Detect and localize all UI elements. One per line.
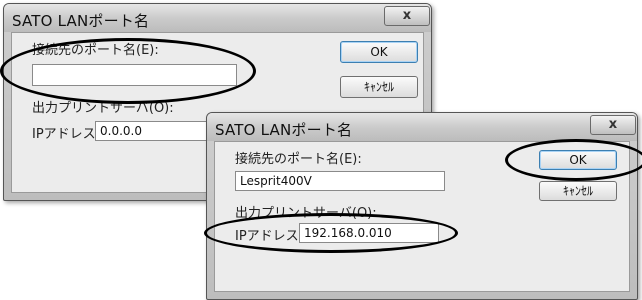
print-server-label: 出力プリントサーバ(O): — [235, 206, 377, 221]
dialog-title: SATO LANポート名 — [215, 121, 353, 139]
title-bar[interactable]: SATO LANポート名 x — [207, 113, 637, 141]
close-icon: x — [608, 117, 618, 132]
port-name-label: 接続先のポート名(E): — [32, 43, 159, 58]
close-icon: x — [402, 8, 412, 23]
port-name-input[interactable] — [32, 64, 237, 86]
dialog-body: 接続先のポート名(E): Lesprit400V OK ｷｬﾝｾﾙ 出力プリント… — [214, 141, 630, 292]
ok-button[interactable]: OK — [340, 41, 418, 63]
port-name-label: 接続先のポート名(E): — [235, 152, 362, 167]
close-button[interactable]: x — [590, 115, 636, 135]
title-bar[interactable]: SATO LANポート名 x — [4, 4, 431, 32]
cancel-button[interactable]: ｷｬﾝｾﾙ — [539, 181, 617, 201]
ip-address-input[interactable]: 0.0.0.0 — [95, 121, 215, 141]
close-button[interactable]: x — [384, 6, 430, 26]
front-dialog: SATO LANポート名 x 接続先のポート名(E): Lesprit400V … — [206, 112, 638, 300]
ok-button[interactable]: OK — [539, 150, 617, 170]
ip-address-label: IPアドレス: — [235, 229, 304, 244]
ip-address-label: IPアドレス: — [32, 127, 101, 142]
port-name-input[interactable]: Lesprit400V — [235, 171, 445, 191]
print-server-label: 出力プリントサーバ(O): — [32, 101, 174, 116]
ip-address-input[interactable]: 192.168.0.010 — [299, 223, 439, 243]
dialog-title: SATO LANポート名 — [12, 12, 150, 30]
cancel-button[interactable]: ｷｬﾝｾﾙ — [340, 76, 418, 98]
